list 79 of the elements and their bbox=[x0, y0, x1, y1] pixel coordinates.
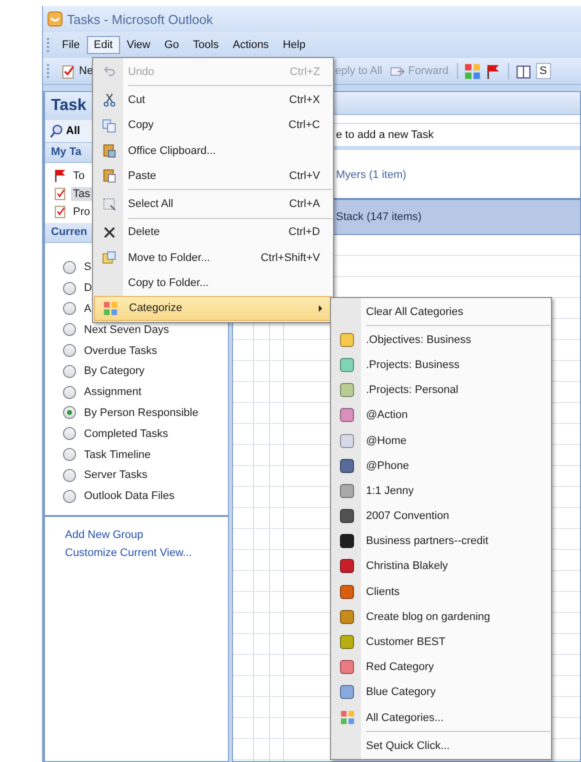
radio-button[interactable] bbox=[63, 406, 76, 420]
menu-item[interactable]: Go bbox=[157, 36, 186, 54]
menu-item[interactable]: Copy to Folder... bbox=[94, 270, 332, 296]
folder-item[interactable]: Pro bbox=[71, 204, 94, 218]
radio-button[interactable] bbox=[63, 468, 76, 482]
view-label[interactable]: Overdue Tasks bbox=[84, 344, 158, 357]
menu-item[interactable]: .Projects: Personal bbox=[332, 378, 550, 403]
menu-item[interactable]: @Home bbox=[332, 428, 550, 454]
menu-item[interactable]: Paste Ctrl+V bbox=[94, 163, 332, 188]
select-all-icon bbox=[102, 196, 116, 212]
folder-icon bbox=[102, 250, 116, 266]
menu-item[interactable]: Red Category bbox=[332, 654, 550, 680]
toolbar-label[interactable]: S bbox=[536, 63, 551, 79]
view-label[interactable]: By Person Responsible bbox=[84, 406, 198, 419]
task-icon bbox=[61, 64, 76, 78]
menu-item[interactable]: All Categories... bbox=[332, 705, 550, 730]
app-icon bbox=[47, 11, 63, 27]
view-label[interactable]: Assignment bbox=[84, 386, 142, 398]
view-label[interactable]: S bbox=[84, 261, 92, 274]
window-title: Tasks - Microsoft Outlook bbox=[67, 12, 213, 26]
radio-button[interactable] bbox=[63, 260, 76, 274]
submenu-arrow-icon bbox=[318, 304, 323, 312]
view-label[interactable]: By Category bbox=[84, 365, 145, 378]
scissors-icon bbox=[102, 92, 116, 108]
task-icon bbox=[53, 186, 68, 201]
radio-button[interactable] bbox=[63, 427, 76, 440]
radio-button[interactable] bbox=[63, 323, 76, 336]
menu-item[interactable]: Christina Blakely bbox=[332, 554, 550, 580]
menu-item[interactable]: Actions bbox=[226, 36, 276, 54]
link[interactable]: Customize Current View... bbox=[65, 546, 192, 559]
address-book-icon[interactable] bbox=[514, 62, 532, 80]
menu-item[interactable]: Clear All Categories bbox=[332, 299, 550, 324]
radio-button[interactable] bbox=[63, 282, 76, 295]
menu-item[interactable]: Customer BEST bbox=[332, 629, 550, 655]
menu-item[interactable]: Set Quick Click... bbox=[332, 733, 550, 758]
link[interactable]: Add New Group bbox=[65, 528, 144, 541]
menu-item[interactable]: Blue Category bbox=[332, 680, 550, 705]
all-button[interactable]: All bbox=[49, 124, 80, 138]
menu-item[interactable]: @Action bbox=[332, 402, 550, 428]
folder-item[interactable]: Tas bbox=[71, 186, 94, 200]
menu-item[interactable]: @Phone bbox=[332, 453, 550, 478]
paste-icon bbox=[102, 168, 116, 184]
clipboard-icon bbox=[102, 143, 116, 158]
menu-item[interactable]: Tools bbox=[186, 36, 226, 54]
menu-item[interactable]: 2007 Convention bbox=[332, 504, 550, 529]
flag-icon bbox=[53, 168, 68, 183]
menu-item[interactable]: View bbox=[120, 36, 158, 54]
menu-item[interactable]: File bbox=[55, 36, 87, 54]
menu-item[interactable]: Move to Folder... Ctrl+Shift+V bbox=[94, 245, 332, 270]
view-label[interactable]: Next Seven Days bbox=[84, 324, 169, 336]
radio-button[interactable] bbox=[63, 302, 76, 316]
categories-icon bbox=[102, 300, 118, 316]
menu-item[interactable]: Business partners--credit bbox=[332, 528, 550, 554]
task-icon bbox=[53, 204, 68, 219]
delete-icon bbox=[102, 224, 116, 240]
radio-button[interactable] bbox=[63, 344, 76, 358]
menu-item[interactable]: .Objectives: Business bbox=[332, 327, 550, 352]
view-label[interactable]: Server Tasks bbox=[84, 469, 148, 482]
copy-icon bbox=[102, 118, 116, 133]
menu-item[interactable]: Help bbox=[276, 36, 312, 54]
radio-button[interactable] bbox=[63, 364, 76, 378]
view-label[interactable]: Outlook Data Files bbox=[84, 490, 174, 502]
view-label[interactable]: Completed Tasks bbox=[84, 428, 168, 440]
search-icon bbox=[49, 124, 64, 138]
menu-item[interactable]: .Projects: Business bbox=[332, 352, 550, 378]
radio-button[interactable] bbox=[63, 490, 76, 503]
flag-icon[interactable] bbox=[484, 62, 502, 80]
menu-item[interactable]: Edit bbox=[86, 36, 120, 54]
radio-button[interactable] bbox=[63, 386, 76, 399]
view-label[interactable]: Task Timeline bbox=[84, 448, 151, 461]
view-label[interactable]: D bbox=[84, 282, 92, 294]
menu-item[interactable]: Create blog on gardening bbox=[332, 604, 550, 630]
categories-icon bbox=[340, 710, 354, 726]
radio-button[interactable] bbox=[63, 448, 76, 462]
menu-item[interactable]: Clients bbox=[332, 579, 550, 604]
menu-item[interactable]: Categorize bbox=[94, 296, 332, 321]
menu-item[interactable]: 1:1 Jenny bbox=[332, 478, 550, 504]
view-label[interactable]: A bbox=[84, 302, 92, 315]
folder-item[interactable]: To bbox=[71, 168, 88, 182]
